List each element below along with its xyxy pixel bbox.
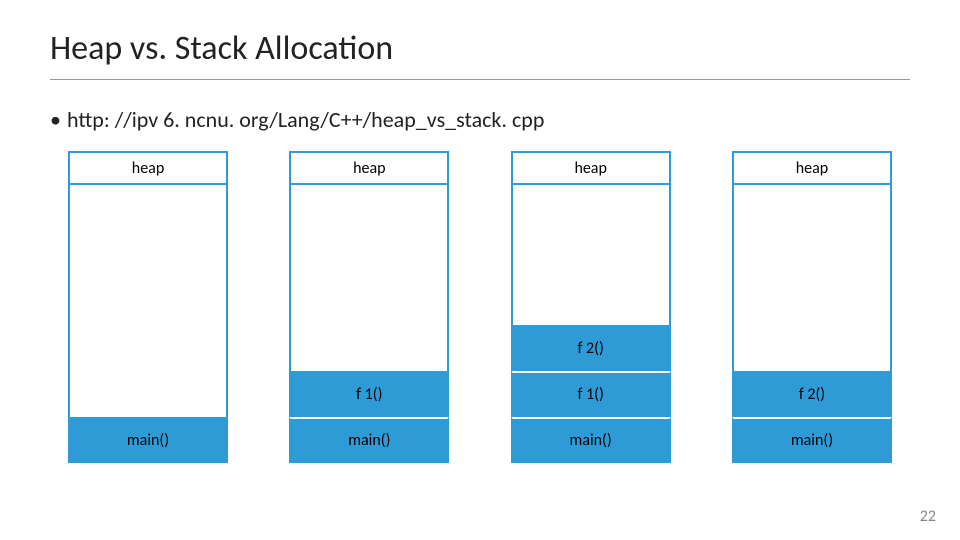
memory-column-1: heap f 1()main() (289, 151, 449, 463)
memory-column-3: heap f 2()main() (732, 151, 892, 463)
stack-frame: f 1() (511, 371, 671, 417)
heap-cell: heap (289, 151, 449, 185)
bullet-line: •http: //ipv 6. ncnu. org/Lang/C++/heap_… (50, 106, 910, 133)
stack-frame: main() (289, 417, 449, 463)
stack-frame: f 2() (511, 325, 671, 371)
stack-frame: main() (68, 417, 228, 463)
diagram-columns: heapmain()heapf 1()main()heapf 2()f 1()m… (50, 151, 910, 463)
free-space (732, 185, 892, 371)
stack-frame: main() (732, 417, 892, 463)
title-underline (50, 79, 910, 80)
free-space (68, 185, 228, 417)
heap-cell: heap (732, 151, 892, 185)
bullet-dot: • (50, 106, 61, 133)
free-space (511, 185, 671, 325)
memory-column-0: heap main() (68, 151, 228, 463)
page-number: 22 (920, 507, 936, 526)
stack-frame: main() (511, 417, 671, 463)
slide-title: Heap vs. Stack Allocation (50, 28, 910, 69)
heap-cell: heap (511, 151, 671, 185)
stack-frame: f 2() (732, 371, 892, 417)
heap-cell: heap (68, 151, 228, 185)
free-space (289, 185, 449, 371)
bullet-text: http: //ipv 6. ncnu. org/Lang/C++/heap_v… (67, 106, 544, 133)
stack-frame: f 1() (289, 371, 449, 417)
memory-column-2: heap f 2()f 1()main() (511, 151, 671, 463)
